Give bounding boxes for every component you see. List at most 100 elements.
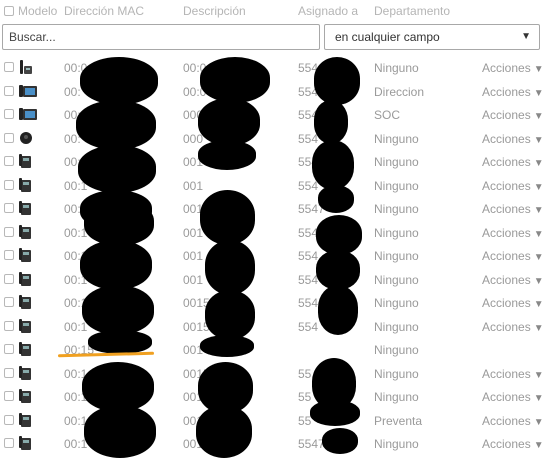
desk-phone-icon [18, 200, 38, 216]
actions-label: Acciones [482, 366, 531, 381]
caret-down-icon: ▼ [533, 440, 544, 451]
desk-phone-icon [18, 365, 38, 381]
column-header-department[interactable]: Departamento [374, 4, 450, 18]
row-checkbox[interactable] [4, 203, 14, 213]
actions-label: Acciones [482, 61, 531, 75]
department: Ninguno [374, 225, 419, 240]
caret-down-icon: ▼ [533, 181, 544, 193]
department: Ninguno [374, 437, 419, 451]
department: Ninguno [374, 343, 419, 357]
desk-phone-icon [18, 318, 38, 334]
actions-label: Acciones [482, 202, 531, 216]
caret-down-icon: ▼ [533, 393, 544, 404]
department: Ninguno [374, 178, 419, 193]
row-checkbox[interactable] [4, 320, 14, 331]
actions-menu[interactable]: Acciones ▼ [482, 155, 544, 169]
search-input[interactable]: Buscar... [2, 24, 320, 50]
desk-phone-icon [18, 341, 38, 357]
row-checkbox[interactable] [4, 179, 14, 190]
caret-down-icon: ▼ [533, 64, 544, 75]
row-checkbox[interactable] [4, 438, 14, 448]
actions-label: Acciones [482, 413, 531, 428]
actions-menu[interactable]: Acciones ▼ [482, 273, 544, 287]
table-row[interactable]: 00:1 001 55 Preventa Acciones ▼ [0, 409, 548, 433]
row-checkbox[interactable] [4, 85, 14, 96]
search-placeholder: Buscar... [9, 30, 56, 44]
actions-menu[interactable]: Acciones ▼ [482, 249, 544, 263]
department: Ninguno [374, 155, 419, 169]
row-checkbox[interactable] [4, 62, 14, 72]
actions-label: Acciones [482, 437, 531, 451]
caret-down-icon: ▼ [533, 111, 544, 122]
caret-down-icon: ▼ [533, 299, 544, 310]
desk-phone-icon [18, 412, 38, 428]
actions-menu[interactable]: Acciones ▼ [482, 61, 544, 75]
table-row[interactable]: 00:15 001 Ninguno [0, 338, 548, 362]
row-checkbox[interactable] [4, 414, 14, 425]
column-header-model[interactable]: Modelo [18, 4, 57, 18]
desk-phone-handset-icon [18, 59, 38, 75]
actions-menu[interactable]: Acciones ▼ [482, 390, 544, 404]
caret-down-icon: ▼ [533, 134, 544, 146]
row-checkbox[interactable] [4, 109, 14, 119]
actions-label: Acciones [482, 296, 531, 310]
actions-menu[interactable]: Acciones ▼ [482, 226, 544, 240]
row-checkbox[interactable] [4, 132, 14, 143]
actions-menu[interactable]: Acciones ▼ [482, 437, 544, 451]
department: SOC [374, 108, 401, 122]
caret-down-icon: ▼ [533, 369, 544, 381]
row-checkbox[interactable] [4, 391, 14, 401]
actions-label: Acciones [482, 319, 531, 334]
actions-menu[interactable]: Acciones ▼ [482, 367, 544, 381]
actions-menu[interactable]: Acciones ▼ [482, 85, 544, 99]
department: Ninguno [374, 131, 419, 146]
column-header-assigned[interactable]: Asignado a [298, 4, 358, 18]
actions-menu[interactable]: Acciones ▼ [482, 132, 544, 146]
actions-label: Acciones [482, 108, 531, 122]
search-field-select-value: en cualquier campo [335, 30, 440, 44]
department: Ninguno [374, 272, 419, 287]
actions-label: Acciones [482, 155, 531, 169]
row-checkbox[interactable] [4, 344, 14, 354]
department: Ninguno [374, 319, 419, 334]
row-checkbox[interactable] [4, 156, 14, 166]
search-field-select[interactable]: en cualquier campo ▼ [324, 24, 540, 50]
table-row[interactable]: 00:1 001 5547 Ninguno Acciones ▼ [0, 432, 548, 456]
caret-down-icon: ▼ [533, 87, 544, 99]
row-checkbox[interactable] [4, 297, 14, 307]
select-all-checkbox[interactable] [4, 6, 14, 16]
desk-phone-icon [18, 224, 38, 240]
table-row[interactable]: 00:1 001 554 Ninguno Acciones ▼ [0, 221, 548, 245]
row-checkbox[interactable] [4, 273, 14, 284]
column-header-mac[interactable]: Dirección MAC [64, 4, 144, 18]
actions-menu[interactable]: Acciones ▼ [482, 296, 544, 310]
actions-menu[interactable]: Acciones ▼ [482, 320, 544, 334]
row-checkbox[interactable] [4, 367, 14, 378]
actions-menu[interactable]: Acciones ▼ [482, 108, 544, 122]
column-header-description[interactable]: Descripción [183, 4, 246, 18]
caret-down-icon: ▼ [533, 416, 544, 428]
row-checkbox[interactable] [4, 250, 14, 260]
department: Ninguno [374, 296, 419, 310]
department: Ninguno [374, 366, 419, 381]
department: Direccion [374, 84, 425, 99]
caret-down-icon: ▼ [533, 322, 544, 334]
caret-down-icon: ▼ [533, 158, 544, 169]
desk-phone-icon [18, 153, 38, 169]
caret-down-icon: ▼ [533, 228, 544, 240]
actions-menu[interactable]: Acciones ▼ [482, 414, 544, 428]
caret-down-icon: ▼ [533, 252, 544, 263]
video-phone-icon [18, 83, 38, 99]
actions-menu[interactable]: Acciones ▼ [482, 179, 544, 193]
department: Ninguno [374, 61, 419, 75]
row-checkbox[interactable] [4, 226, 14, 237]
actions-label: Acciones [482, 390, 531, 404]
video-phone-icon [18, 106, 38, 122]
department: Ninguno [374, 249, 419, 263]
actions-label: Acciones [482, 272, 531, 287]
desk-phone-icon [18, 435, 38, 451]
desk-phone-icon [18, 388, 38, 404]
desk-phone-icon [18, 271, 38, 287]
desk-phone-icon [18, 294, 38, 310]
actions-menu[interactable]: Acciones ▼ [482, 202, 544, 216]
